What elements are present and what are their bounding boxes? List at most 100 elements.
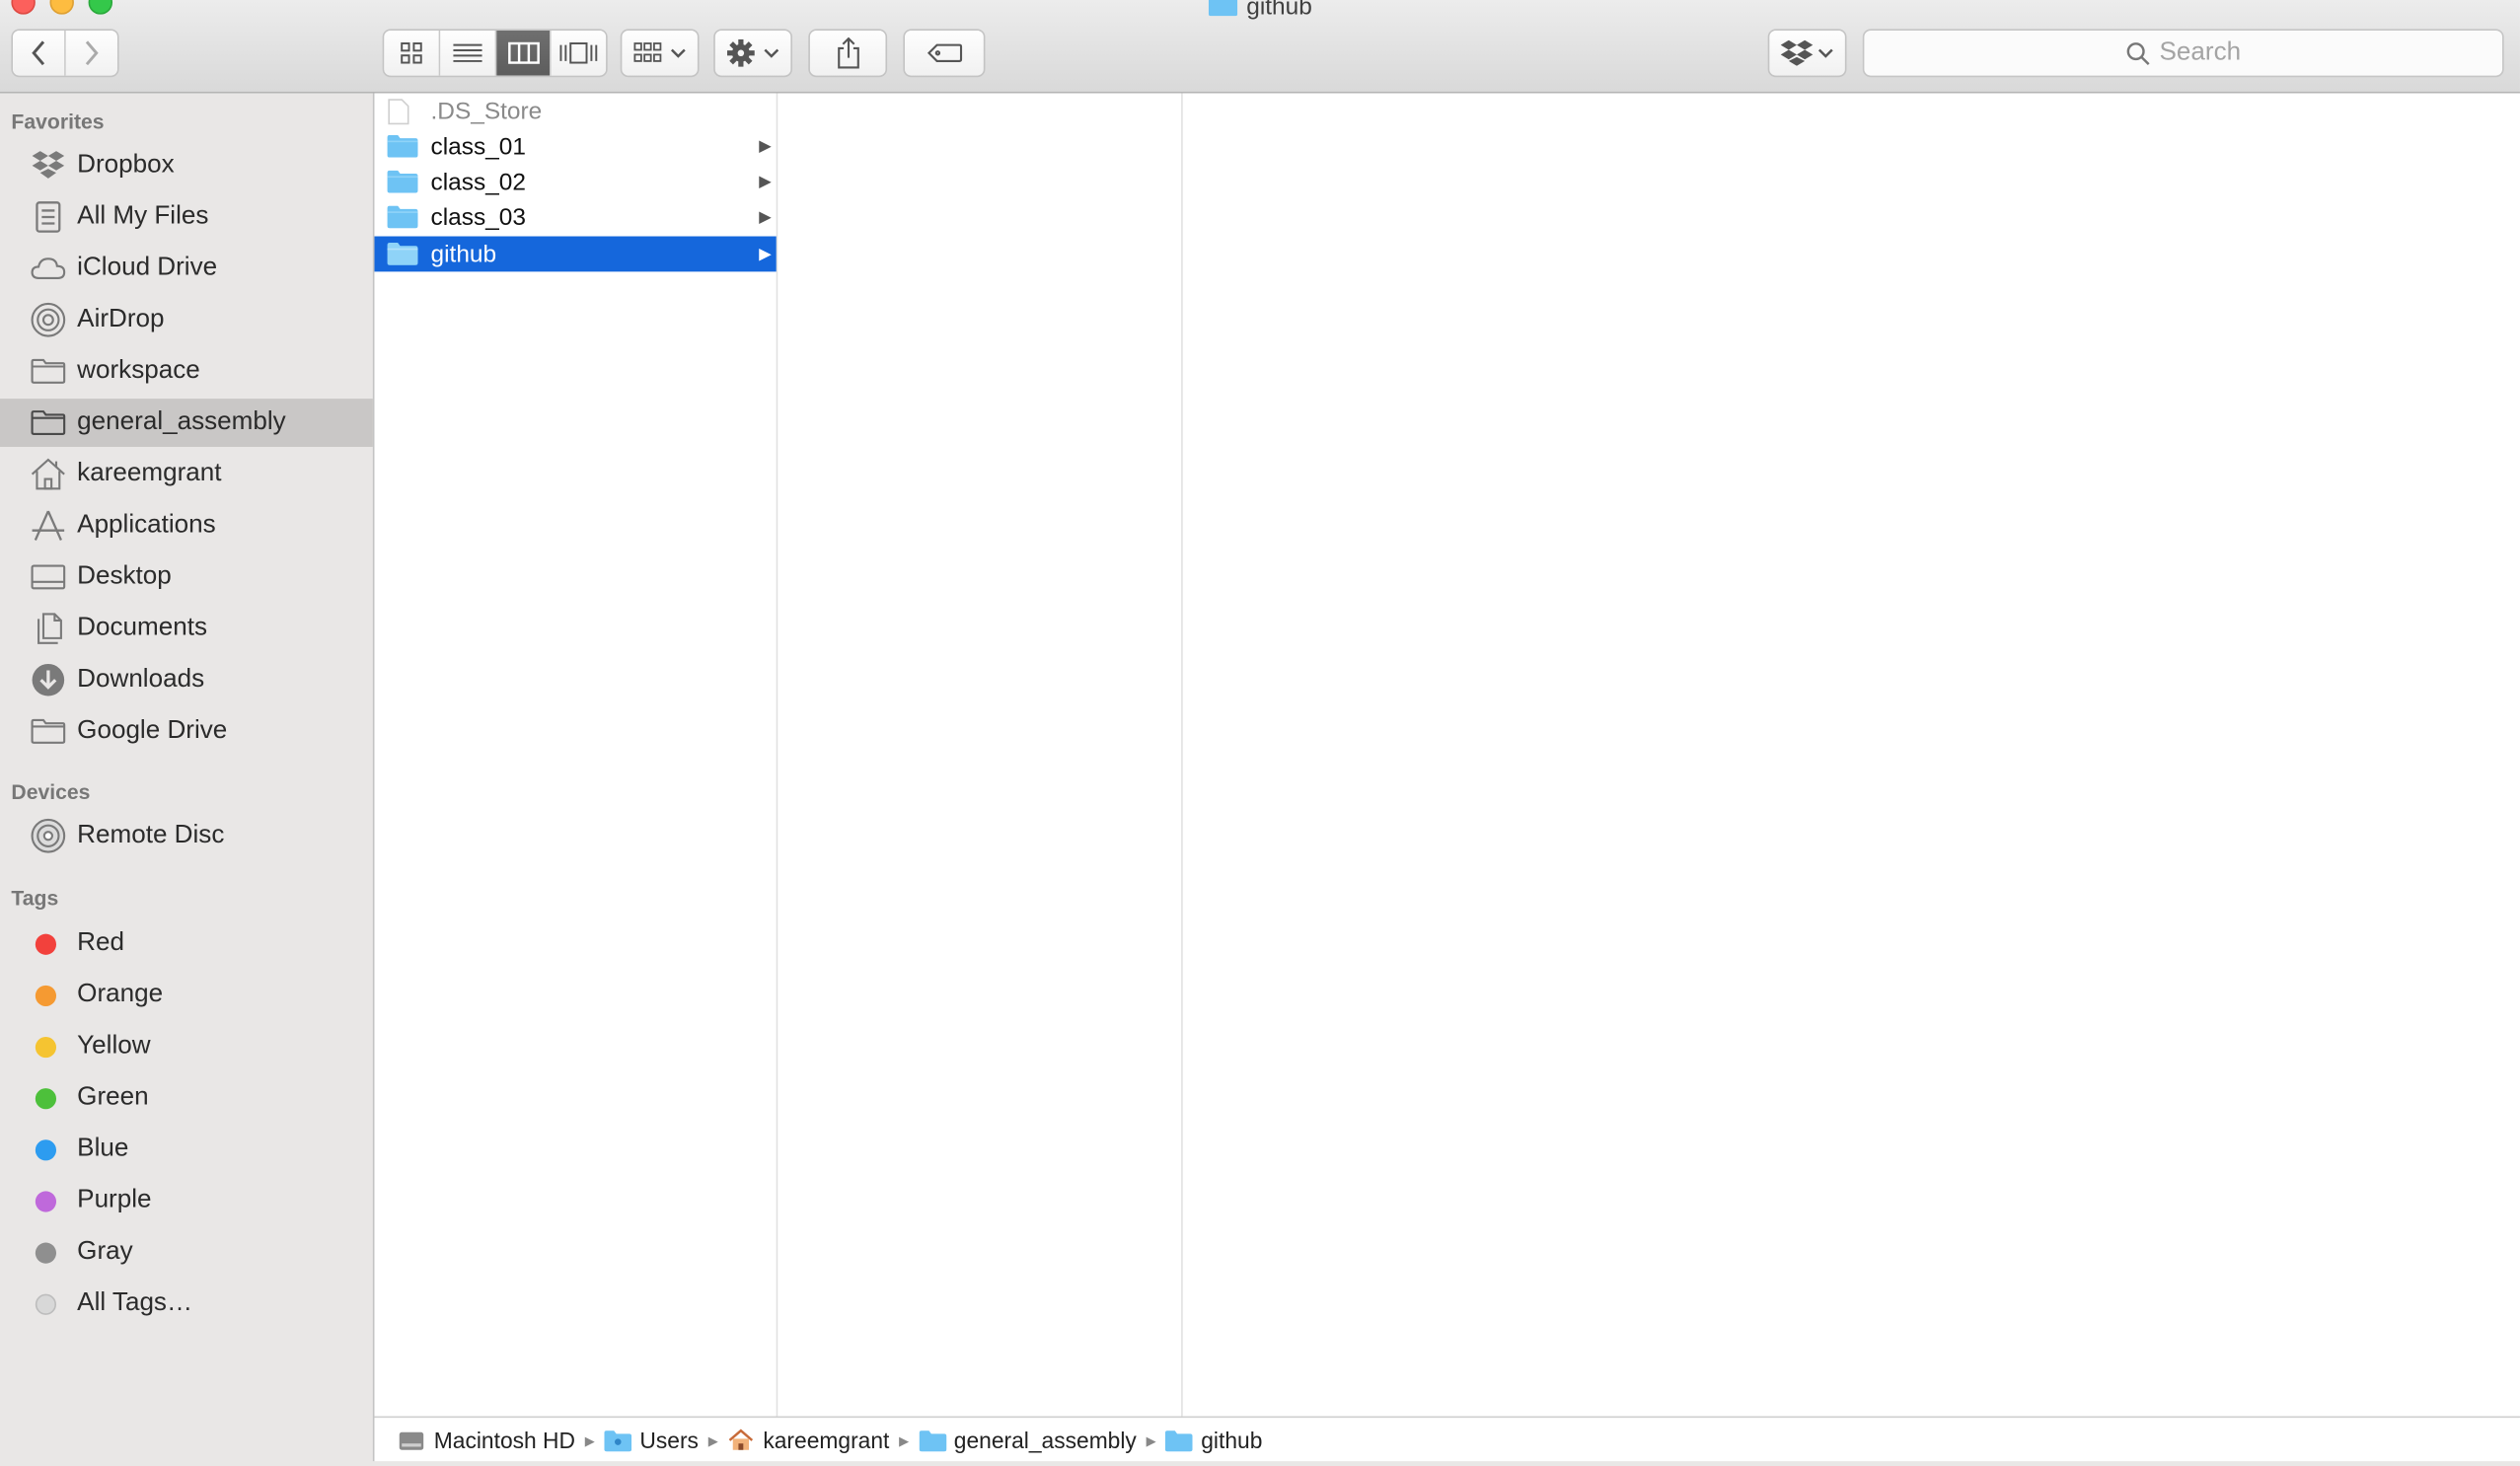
users-folder-icon (604, 1429, 632, 1452)
hard-drive-icon (399, 1429, 426, 1452)
documents-icon (31, 613, 66, 645)
sidebar-item-label: All Tags… (77, 1288, 193, 1317)
chevron-left-icon (32, 40, 45, 66)
arrange-button[interactable] (622, 30, 698, 76)
browser-column-2[interactable] (778, 93, 1183, 1417)
sidebar-item-label: Remote Disc (77, 821, 225, 849)
list-view-button[interactable] (440, 30, 497, 76)
sidebar-item-label: AirDrop (77, 305, 165, 333)
file-row-github[interactable]: github ▶ (374, 236, 777, 272)
cloud-icon (31, 253, 66, 285)
all-files-icon (31, 201, 66, 234)
dropbox-control (1767, 29, 1847, 78)
path-crumb-macintosh-hd[interactable]: Macintosh HD (399, 1428, 575, 1453)
yellow-tag-icon (35, 1036, 57, 1058)
path-crumb-kareemgrant[interactable]: kareemgrant (728, 1428, 889, 1453)
folder-icon (31, 355, 66, 388)
file-row-class-01[interactable]: class_01 ▶ (375, 128, 777, 164)
dropbox-button[interactable] (1769, 30, 1845, 76)
sidebar-tag-yellow[interactable]: Yellow (0, 1022, 373, 1070)
icon-view-button[interactable] (384, 30, 441, 76)
browser-column-1[interactable]: .DS_Store class_01 ▶ class_02 ▶ class_03… (374, 93, 778, 1417)
window-title-text: github (1246, 0, 1312, 22)
edit-tags-button[interactable] (905, 30, 984, 76)
path-crumb-users[interactable]: Users (604, 1427, 699, 1453)
search-field[interactable]: Search (1862, 29, 2504, 78)
sidebar-item-documents[interactable]: Documents (0, 605, 373, 653)
search-placeholder: Search (2159, 38, 2242, 66)
column-view-button[interactable] (496, 30, 552, 76)
sidebar-item-icloud-drive[interactable]: iCloud Drive (0, 245, 373, 293)
blue-tag-icon (35, 1138, 57, 1160)
share-button[interactable] (809, 30, 886, 76)
disclosure-arrow-icon: ▶ (759, 173, 772, 191)
folder-icon (387, 133, 420, 159)
sidebar-item-label: Applications (77, 511, 216, 539)
home-icon (728, 1429, 756, 1452)
file-name: github (430, 240, 497, 268)
path-crumb-general-assembly[interactable]: general_assembly (918, 1428, 1137, 1453)
dropbox-icon (1779, 39, 1832, 66)
toolbar: github Search (0, 0, 2520, 94)
green-tag-icon (35, 1087, 57, 1109)
view-mode-segmented-control (382, 29, 608, 78)
column-view-icon (507, 41, 540, 64)
file-row-class-02[interactable]: class_02 ▶ (375, 164, 777, 199)
path-bar: Macintosh HD ▶ Users ▶ kareemgrant ▶ gen… (374, 1416, 2520, 1463)
list-view-icon (453, 43, 482, 62)
file-row-class-03[interactable]: class_03 ▶ (375, 199, 777, 235)
gray-tag-icon (35, 1241, 57, 1263)
file-name: class_01 (430, 132, 526, 161)
folder-icon (31, 715, 66, 748)
sidebar-tag-all-tags[interactable]: All Tags… (0, 1280, 373, 1328)
file-name: .DS_Store (430, 97, 543, 125)
folder-icon (31, 406, 66, 439)
share-icon (837, 37, 859, 69)
tags-header: Tags (11, 885, 59, 911)
sidebar-item-label: Yellow (77, 1032, 151, 1060)
sidebar-item-desktop[interactable]: Desktop (0, 553, 373, 602)
applications-icon (31, 510, 66, 543)
sidebar-item-workspace[interactable]: workspace (0, 347, 373, 396)
sidebar-tag-gray[interactable]: Gray (0, 1228, 373, 1277)
window-title: github (0, 0, 2520, 21)
path-crumb-github[interactable]: github (1165, 1428, 1262, 1453)
sidebar-item-label: All My Files (77, 202, 209, 231)
folder-icon (387, 169, 420, 194)
downloads-icon (31, 663, 66, 696)
forward-button[interactable] (65, 30, 117, 76)
devices-header: Devices (11, 779, 91, 804)
sidebar-item-kareemgrant[interactable]: kareemgrant (0, 450, 373, 498)
sidebar-item-label: Documents (77, 614, 207, 642)
file-row-ds-store[interactable]: .DS_Store (375, 94, 777, 129)
sidebar-item-all-my-files[interactable]: All My Files (0, 193, 373, 242)
sidebar-tag-orange[interactable]: Orange (0, 971, 373, 1019)
sidebar-tag-red[interactable]: Red (0, 919, 373, 968)
path-separator-icon: ▶ (707, 1432, 718, 1448)
sidebar-tag-blue[interactable]: Blue (0, 1126, 373, 1174)
sidebar-item-airdrop[interactable]: AirDrop (0, 296, 373, 344)
all-tags-icon (35, 1292, 57, 1315)
disclosure-arrow-icon: ▶ (759, 245, 772, 263)
sidebar-item-applications[interactable]: Applications (0, 501, 373, 550)
file-name: class_03 (430, 203, 526, 231)
path-crumb-label: Users (639, 1427, 699, 1453)
sidebar-tag-green[interactable]: Green (0, 1073, 373, 1122)
action-button[interactable] (714, 30, 791, 76)
sidebar-item-dropbox[interactable]: Dropbox (0, 141, 373, 189)
cover-flow-view-button[interactable] (551, 30, 607, 76)
sidebar-item-general-assembly[interactable]: general_assembly (0, 399, 373, 447)
red-tag-icon (35, 932, 57, 955)
cover-flow-icon (559, 42, 598, 64)
browser-column-3[interactable] (1182, 93, 2520, 1417)
sidebar-item-google-drive[interactable]: Google Drive (0, 707, 373, 756)
tags-control (903, 29, 986, 78)
sidebar-tag-purple[interactable]: Purple (0, 1177, 373, 1225)
back-button[interactable] (13, 30, 66, 76)
sidebar-item-downloads[interactable]: Downloads (0, 656, 373, 704)
orange-tag-icon (35, 985, 57, 1006)
sidebar-item-remote-disc[interactable]: Remote Disc (0, 812, 373, 860)
sidebar-item-label: Blue (77, 1135, 129, 1163)
folder-icon (1165, 1429, 1194, 1452)
sidebar-item-label: Dropbox (77, 151, 175, 179)
